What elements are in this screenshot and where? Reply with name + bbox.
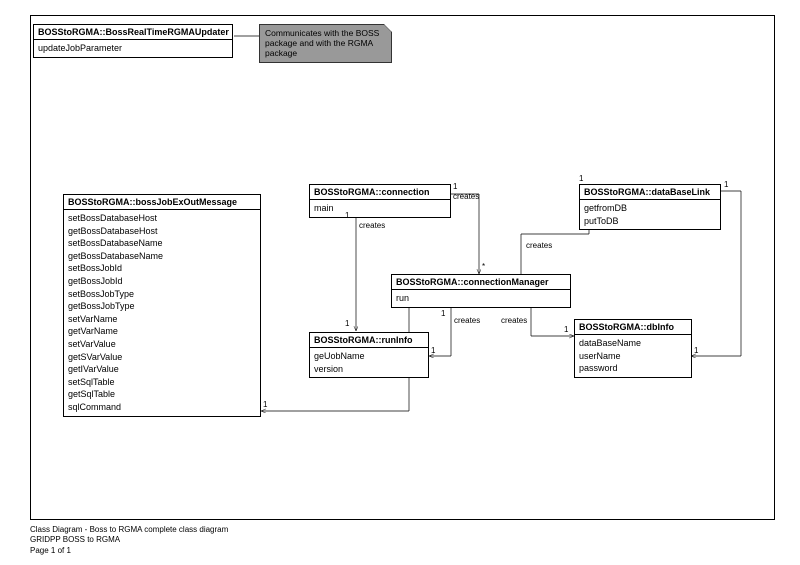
method: getSqlTable <box>68 388 256 401</box>
method: run <box>396 292 566 305</box>
rel-label: creates <box>453 192 479 201</box>
method: geUobName <box>314 350 424 363</box>
method: getBossDatabaseHost <box>68 225 256 238</box>
mult: 1 <box>345 319 349 328</box>
footer-page: Page 1 of 1 <box>30 546 228 556</box>
class-title: BOSStoRGMA::connection <box>310 185 450 200</box>
attr: password <box>579 362 687 375</box>
method: setBossDatabaseHost <box>68 212 256 225</box>
method: getBossJobId <box>68 275 256 288</box>
mult: 1 <box>694 346 698 355</box>
method: getIVarValue <box>68 363 256 376</box>
method: getBossJobType <box>68 300 256 313</box>
method: version <box>314 363 424 376</box>
method: setBossJobType <box>68 288 256 301</box>
note-box: Communicates with the BOSS package and w… <box>259 24 392 63</box>
class-connection: BOSStoRGMA::connection main <box>309 184 451 218</box>
class-runinfo: BOSStoRGMA::runInfo geUobName version <box>309 332 429 378</box>
footer-project: GRIDPP BOSS to RGMA <box>30 535 228 545</box>
class-connmgr: BOSStoRGMA::connectionManager run <box>391 274 571 308</box>
class-title: BOSStoRGMA::runInfo <box>310 333 428 348</box>
method: setBossJobId <box>68 262 256 275</box>
attr: dataBaseName <box>579 337 687 350</box>
mult: 1 <box>263 400 267 409</box>
note-line: Communicates with the BOSS <box>265 28 386 38</box>
rel-label: creates <box>501 316 527 325</box>
attr: userName <box>579 350 687 363</box>
class-msg: BOSStoRGMA::bossJobExOutMessage setBossD… <box>63 194 261 417</box>
method: setVarValue <box>68 338 256 351</box>
class-title: BOSStoRGMA::BossRealTimeRGMAUpdater <box>34 25 232 40</box>
class-title: BOSStoRGMA::bossJobExOutMessage <box>64 195 260 210</box>
method: getBossDatabaseName <box>68 250 256 263</box>
class-title: BOSStoRGMA::dbInfo <box>575 320 691 335</box>
footer-title: Class Diagram - Boss to RGMA complete cl… <box>30 525 228 535</box>
class-title: BOSStoRGMA::connectionManager <box>392 275 570 290</box>
method: setSqlTable <box>68 376 256 389</box>
rel-label: creates <box>526 241 552 250</box>
mult: 1 <box>441 309 445 318</box>
class-dblink: BOSStoRGMA::dataBaseLink getfromDB putTo… <box>579 184 721 230</box>
method: getSVarValue <box>68 351 256 364</box>
note-line: package <box>265 48 386 58</box>
method: sqlCommand <box>68 401 256 414</box>
mult: 1 <box>564 325 568 334</box>
mult: 1 <box>453 182 457 191</box>
class-title: BOSStoRGMA::dataBaseLink <box>580 185 720 200</box>
class-updater: BOSStoRGMA::BossRealTimeRGMAUpdater upda… <box>33 24 233 58</box>
class-dbinfo: BOSStoRGMA::dbInfo dataBaseName userName… <box>574 319 692 378</box>
mult: 1 <box>345 211 349 220</box>
rel-label: creates <box>359 221 385 230</box>
note-line: package and with the RGMA <box>265 38 386 48</box>
method: getVarName <box>68 325 256 338</box>
method: main <box>314 202 446 215</box>
method: getfromDB <box>584 202 716 215</box>
mult: * <box>482 262 485 271</box>
mult: 1 <box>724 180 728 189</box>
diagram-frame: BOSStoRGMA::BossRealTimeRGMAUpdater upda… <box>30 15 775 520</box>
page-footer: Class Diagram - Boss to RGMA complete cl… <box>30 525 228 556</box>
method: setBossDatabaseName <box>68 237 256 250</box>
mult: 1 <box>431 346 435 355</box>
method: putToDB <box>584 215 716 228</box>
method: updateJobParameter <box>38 42 228 55</box>
method: setVarName <box>68 313 256 326</box>
rel-label: creates <box>454 316 480 325</box>
mult: 1 <box>579 174 583 183</box>
